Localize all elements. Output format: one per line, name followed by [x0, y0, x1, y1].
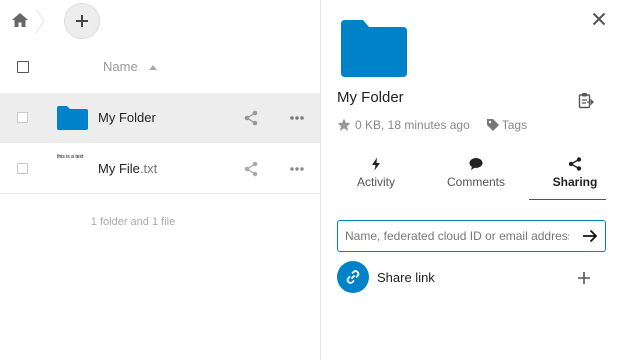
select-all-checkbox[interactable]	[17, 61, 29, 73]
tab-comments[interactable]: Comments	[435, 155, 517, 201]
plus-icon	[76, 15, 88, 27]
tags-label[interactable]: Tags	[502, 118, 527, 132]
lightning-icon	[372, 157, 380, 171]
folder-icon	[57, 106, 88, 130]
tab-activity[interactable]: Activity	[335, 155, 417, 201]
file-meta: 0 KB, 18 minutes ago Tags	[337, 118, 527, 132]
share-link-label: Share link	[377, 270, 435, 285]
sidebar-title: My Folder	[337, 89, 404, 106]
file-name[interactable]: My File.txt	[98, 161, 157, 176]
share-search-input[interactable]	[337, 220, 606, 252]
row-checkbox[interactable]	[17, 112, 28, 123]
clipboard-icon[interactable]	[578, 92, 594, 109]
home-icon[interactable]	[11, 12, 29, 28]
file-name[interactable]: My Folder	[98, 110, 156, 125]
active-tab-indicator	[529, 199, 606, 200]
file-thumbnail: this is a text	[57, 154, 84, 160]
new-button[interactable]	[64, 3, 100, 39]
share-icon[interactable]	[243, 110, 259, 126]
more-options-icon[interactable]	[289, 115, 305, 121]
comment-icon	[469, 158, 483, 170]
share-icon[interactable]	[243, 161, 259, 177]
chain-link-icon	[346, 270, 360, 284]
file-list-header: Name	[0, 44, 320, 92]
link-icon	[337, 261, 369, 293]
tab-sharing[interactable]: Sharing	[529, 155, 620, 201]
close-icon[interactable]	[592, 12, 606, 26]
file-row[interactable]: My Folder	[0, 93, 320, 143]
share-icon	[568, 157, 582, 171]
tag-icon[interactable]	[486, 118, 500, 132]
star-icon[interactable]	[337, 118, 351, 132]
file-summary: 1 folder and 1 file	[90, 216, 176, 228]
file-list-pane: Name My Folder this is a text My File.tx…	[0, 0, 320, 360]
details-sidebar: My Folder 0 KB, 18 minutes ago Tags Acti…	[320, 0, 620, 360]
row-checkbox[interactable]	[17, 163, 28, 174]
folder-icon	[341, 20, 407, 77]
file-size-time: 0 KB, 18 minutes ago	[355, 118, 470, 132]
add-share-link-icon[interactable]	[577, 271, 591, 285]
more-options-icon[interactable]	[289, 166, 305, 172]
sort-ascending-icon[interactable]	[149, 65, 157, 70]
breadcrumb-separator-icon	[35, 8, 45, 34]
arrow-right-icon[interactable]	[582, 228, 598, 244]
name-column-header[interactable]: Name	[103, 59, 138, 74]
file-row[interactable]: this is a text My File.txt	[0, 144, 320, 194]
breadcrumb-bar	[0, 0, 320, 42]
